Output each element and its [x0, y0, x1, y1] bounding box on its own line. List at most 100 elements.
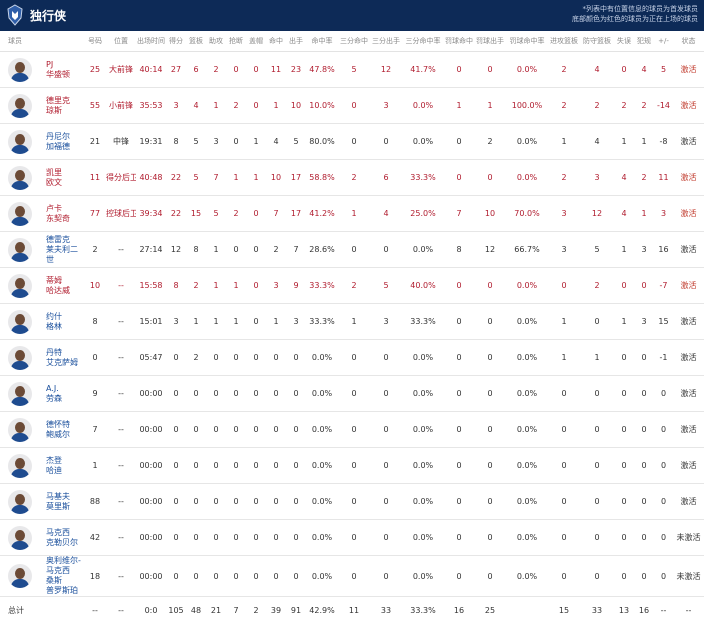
- column-header-minutes[interactable]: 出场时间: [136, 31, 166, 52]
- player-cell[interactable]: 马基夫 莫里斯: [0, 483, 84, 520]
- player-cell[interactable]: 凯里 欧文: [0, 159, 84, 196]
- table-row[interactable]: 丹尼尔 加福德 21 中锋 19:31 8 5 3 0 1 4 5 80.0% 0 0 0.0% 0 2 0.0% 1…: [0, 123, 704, 160]
- legend-note: *列表中有位置信息的球员为首发球员 底部颜色为红色的球员为正在上场的球员: [572, 4, 698, 24]
- column-header-ft-made[interactable]: 罚球命中: [444, 31, 474, 52]
- player-name[interactable]: 奥利维尔-马克西 桑斯 普罗斯珀: [46, 556, 84, 596]
- off-reb-cell: 2: [548, 87, 580, 124]
- player-name[interactable]: A.J. 劳森: [46, 384, 84, 404]
- column-header-fouls[interactable]: 犯规: [634, 31, 654, 52]
- column-header-ft-attempts[interactable]: 罚球出手: [474, 31, 506, 52]
- player-name[interactable]: 约什 格林: [46, 312, 84, 332]
- position-cell: 大前锋: [106, 51, 136, 88]
- column-header-three-pct[interactable]: 三分命中率: [402, 31, 444, 52]
- status-cell: 未激活: [673, 555, 704, 597]
- player-cell[interactable]: 马克西 克勒贝尔: [0, 519, 84, 556]
- column-header-plus-minus[interactable]: +/-: [654, 31, 673, 52]
- three-attempts-cell: 0: [370, 123, 402, 160]
- status-cell: 激活: [673, 231, 704, 268]
- player-cell[interactable]: 杰登 哈迪: [0, 447, 84, 484]
- column-header-number[interactable]: 号码: [84, 31, 106, 52]
- player-cell[interactable]: 德怀特 鲍威尔: [0, 411, 84, 448]
- player-cell[interactable]: 约什 格林: [0, 303, 84, 340]
- player-cell[interactable]: 卢卡 东契奇: [0, 195, 84, 232]
- column-header-fg-attempts[interactable]: 出手: [286, 31, 306, 52]
- player-name[interactable]: PJ 华盛顿: [46, 60, 84, 80]
- column-header-turnovers[interactable]: 失误: [614, 31, 634, 52]
- player-cell[interactable]: A.J. 劳森: [0, 375, 84, 412]
- player-name[interactable]: 德里克 琼斯: [46, 96, 84, 116]
- column-header-fg-pct[interactable]: 命中率: [306, 31, 338, 52]
- player-cell[interactable]: 丹尼尔 加福德: [0, 123, 84, 160]
- table-row[interactable]: PJ 华盛顿 25 大前锋 40:14 27 6 2 0 0 11 23 47.8% 5 12 41.7% 0 0…: [0, 51, 704, 88]
- table-row[interactable]: 奥利维尔-马克西 桑斯 普罗斯珀 18 -- 00:00 0 0 0 0 0 0 0 0.0% 0 0 0.0%…: [0, 555, 704, 597]
- steals-cell: 0: [226, 447, 246, 484]
- three-pct-cell: 0.0%: [402, 375, 444, 412]
- column-header-ft-pct[interactable]: 罚球命中率: [506, 31, 548, 52]
- player-name[interactable]: 卢卡 东契奇: [46, 204, 84, 224]
- assists-cell: 0: [206, 339, 226, 376]
- table-row[interactable]: 德怀特 鲍威尔 7 -- 00:00 0 0 0 0 0 0 0 0.0% 0 0 0.0% 0 0 0.0% 0 0 0…: [0, 411, 704, 448]
- player-cell[interactable]: PJ 华盛顿: [0, 51, 84, 88]
- table-row[interactable]: 蒂姆 哈达威 10 -- 15:58 8 2 1 1 0 3 9 33.3% 2 5 40.0% 0 0 0.0% 0…: [0, 267, 704, 304]
- off-reb-cell: 2: [548, 51, 580, 88]
- table-row[interactable]: 凯里 欧文 11 得分后卫 40:48 22 5 7 1 1 10 17 58.8% 2 6 33.3% 0 0 0…: [0, 159, 704, 196]
- player-cell[interactable]: 丹特 艾克萨姆: [0, 339, 84, 376]
- player-name[interactable]: 杰登 哈迪: [46, 456, 84, 476]
- player-name[interactable]: 马克西 克勒贝尔: [46, 528, 84, 548]
- column-header-fg-made[interactable]: 命中: [266, 31, 286, 52]
- table-row[interactable]: 马基夫 莫里斯 88 -- 00:00 0 0 0 0 0 0 0 0.0% 0 0 0.0% 0 0 0.0% 0 0…: [0, 483, 704, 520]
- table-row[interactable]: 丹特 艾克萨姆 0 -- 05:47 0 2 0 0 0 0 0 0.0% 0 0 0.0% 0 0 0.0% 1 1 0…: [0, 339, 704, 376]
- table-row[interactable]: 德雷克 莱夫利二世 2 -- 27:14 12 8 1 0 0 2 7 28.6% 0 0 0.0% 8 12 66…: [0, 231, 704, 268]
- column-header-status[interactable]: 状态: [673, 31, 704, 52]
- player-cell[interactable]: 德雷克 莱夫利二世: [0, 231, 84, 268]
- player-cell[interactable]: 德里克 琼斯: [0, 87, 84, 124]
- fg-made-cell: 1: [266, 87, 286, 124]
- player-name[interactable]: 德雷克 莱夫利二世: [46, 235, 84, 265]
- table-row[interactable]: 马克西 克勒贝尔 42 -- 00:00 0 0 0 0 0 0 0 0.0% 0 0 0.0% 0 0 0.0% 0…: [0, 519, 704, 556]
- player-cell[interactable]: 奥利维尔-马克西 桑斯 普罗斯珀: [0, 555, 84, 597]
- column-header-points[interactable]: 得分: [166, 31, 186, 52]
- rebounds-cell: 0: [186, 411, 206, 448]
- off-reb-cell: 1: [548, 303, 580, 340]
- def-reb-cell: 0: [580, 303, 614, 340]
- player-name[interactable]: 丹尼尔 加福德: [46, 132, 84, 152]
- column-header-player[interactable]: 球员: [0, 31, 84, 52]
- column-header-blocks[interactable]: 盖帽: [246, 31, 266, 52]
- status-cell: 激活: [673, 195, 704, 232]
- fg-made-cell: 1: [266, 303, 286, 340]
- total-steals-cell: 7: [233, 605, 239, 615]
- table-row[interactable]: 杰登 哈迪 1 -- 00:00 0 0 0 0 0 0 0 0.0% 0 0 0.0% 0 0 0.0% 0 0 0 0 0…: [0, 447, 704, 484]
- rebounds-cell: 1: [186, 303, 206, 340]
- column-header-three-made[interactable]: 三分命中: [338, 31, 370, 52]
- table-row[interactable]: 约什 格林 8 -- 15:01 3 1 1 1 0 1 3 33.3% 1 3 33.3% 0 0 0.0% 1 0 1…: [0, 303, 704, 340]
- column-header-steals[interactable]: 抢断: [226, 31, 246, 52]
- column-header-three-attempts[interactable]: 三分出手: [370, 31, 402, 52]
- fg-pct-cell: 58.8%: [306, 159, 338, 196]
- rebounds-cell: 0: [186, 447, 206, 484]
- three-attempts-cell: 0: [370, 519, 402, 556]
- column-header-def-reb[interactable]: 防守篮板: [580, 31, 614, 52]
- ft-pct-cell: 66.7%: [506, 231, 548, 268]
- total-minutes-cell: 0:0: [144, 605, 158, 615]
- blocks-cell: 0: [246, 375, 266, 412]
- ft-made-cell: 0: [444, 411, 474, 448]
- player-name[interactable]: 丹特 艾克萨姆: [46, 348, 84, 368]
- fg-pct-cell: 47.8%: [306, 51, 338, 88]
- column-header-assists[interactable]: 助攻: [206, 31, 226, 52]
- plus-minus-cell: -8: [654, 123, 673, 160]
- off-reb-cell: 3: [548, 231, 580, 268]
- table-row[interactable]: A.J. 劳森 9 -- 00:00 0 0 0 0 0 0 0 0.0% 0 0 0.0% 0 0 0.0% 0 0 0…: [0, 375, 704, 412]
- table-row[interactable]: 德里克 琼斯 55 小前锋 35:53 3 4 1 2 0 1 10 10.0% 0 3 0.0% 1 1 100.…: [0, 87, 704, 124]
- player-name[interactable]: 蒂姆 哈达威: [46, 276, 84, 296]
- column-header-off-reb[interactable]: 进攻篮板: [548, 31, 580, 52]
- three-made-cell: 0: [338, 231, 370, 268]
- player-name[interactable]: 德怀特 鲍威尔: [46, 420, 84, 440]
- player-cell[interactable]: 蒂姆 哈达威: [0, 267, 84, 304]
- column-header-position[interactable]: 位置: [106, 31, 136, 52]
- turnovers-cell: 0: [614, 267, 634, 304]
- player-name[interactable]: 凯里 欧文: [46, 168, 84, 188]
- player-name[interactable]: 马基夫 莫里斯: [46, 492, 84, 512]
- column-header-rebounds[interactable]: 篮板: [186, 31, 206, 52]
- table-row[interactable]: 卢卡 东契奇 77 控球后卫 39:34 22 15 5 2 0 7 17 41.2% 1 4 25.0% 7 1…: [0, 195, 704, 232]
- points-cell: 8: [166, 123, 186, 160]
